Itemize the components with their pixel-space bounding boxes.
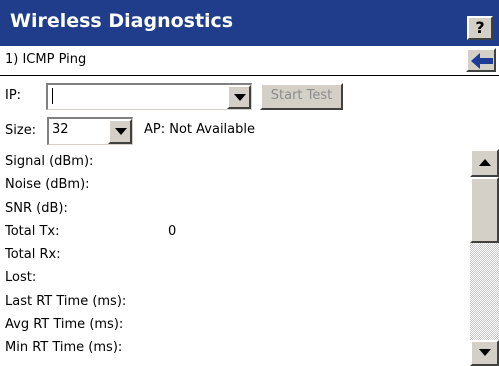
size-select[interactable]: 32 (47, 117, 133, 145)
app-title: Wireless Diagnostics (10, 10, 234, 32)
stat-row-min-rt: Min RT Time (ms): (5, 336, 465, 359)
stat-label: SNR (dB): (5, 200, 68, 216)
ap-status: AP: Not Available (144, 122, 255, 137)
stat-row-total-rx: Total Rx: (5, 243, 465, 266)
ip-dropdown-button[interactable] (227, 85, 251, 109)
stat-label: Min RT Time (ms): (5, 340, 123, 356)
stat-row-signal: Signal (dBm): (5, 150, 465, 173)
question-mark-icon: ? (475, 18, 485, 37)
stats-list: Signal (dBm): Noise (dBm): SNR (dB): Tot… (5, 150, 465, 360)
size-label: Size: (5, 123, 37, 138)
scroll-down-icon (479, 349, 491, 356)
size-value: 32 (52, 122, 69, 137)
stat-label: Noise (dBm): (5, 177, 90, 193)
stat-row-snr: SNR (dB): (5, 197, 465, 220)
vertical-scrollbar[interactable] (470, 149, 499, 366)
stat-label: Total Tx: (5, 223, 60, 239)
start-test-button[interactable]: Start Test (260, 83, 343, 110)
stat-label: Total Rx: (5, 247, 61, 263)
stat-label: Last RT Time (ms): (5, 293, 127, 309)
stat-label: Lost: (5, 270, 37, 286)
stat-value: 0 (168, 223, 177, 239)
stat-row-total-tx: Total Tx: 0 (5, 220, 465, 243)
title-bar: Wireless Diagnostics ? (0, 0, 499, 46)
back-arrow-icon (471, 53, 493, 69)
size-dropdown-button[interactable] (108, 119, 132, 144)
stat-label: Avg RT Time (ms): (5, 317, 124, 333)
scroll-thumb[interactable] (470, 177, 499, 243)
test-selector-bar: 1) ICMP Ping (0, 46, 499, 76)
back-button[interactable] (466, 48, 496, 72)
help-button[interactable]: ? (467, 16, 493, 40)
stat-label: Signal (dBm): (5, 154, 94, 169)
scroll-up-icon (479, 159, 491, 166)
stat-row-avg-rt: Avg RT Time (ms): (5, 313, 465, 336)
chevron-down-icon (234, 94, 246, 101)
stat-row-last-rt: Last RT Time (ms): (5, 290, 465, 313)
stat-row-noise: Noise (dBm): (5, 173, 465, 196)
text-cursor (52, 88, 53, 104)
ip-label: IP: (5, 88, 22, 103)
stat-row-lost: Lost: (5, 266, 465, 289)
chevron-down-icon (115, 128, 127, 135)
scroll-down-button[interactable] (470, 340, 499, 366)
scroll-up-button[interactable] (470, 149, 499, 177)
test-name-label: 1) ICMP Ping (5, 52, 87, 67)
ip-input[interactable] (46, 83, 252, 110)
